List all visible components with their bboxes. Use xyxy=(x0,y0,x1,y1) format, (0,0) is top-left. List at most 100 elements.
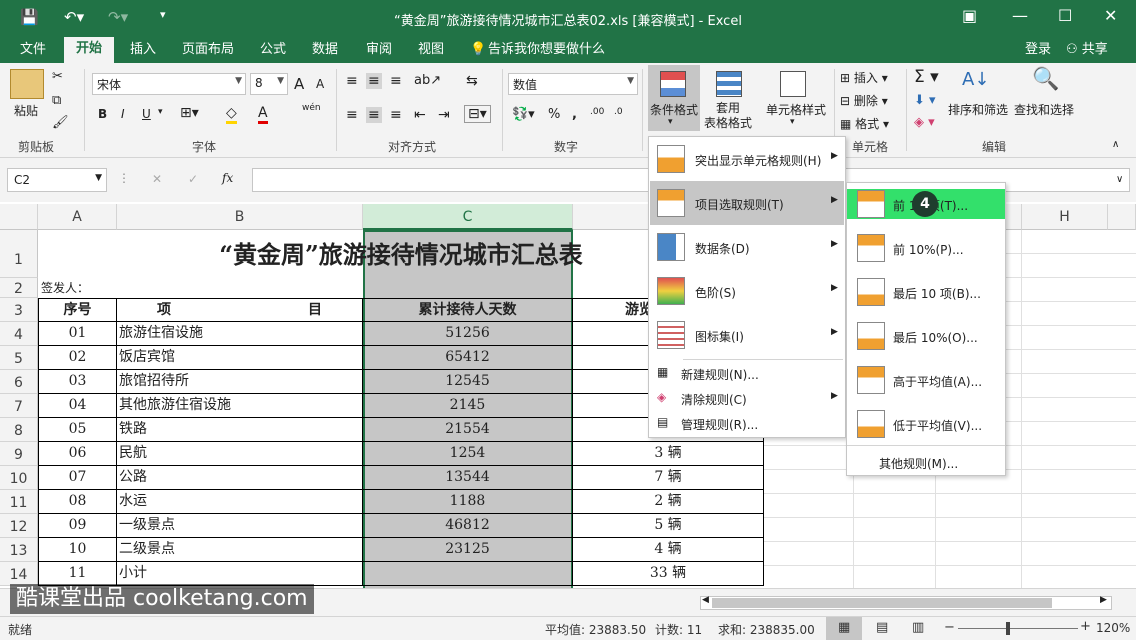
fill-icon[interactable]: ⬇ ▾ xyxy=(914,93,936,108)
cell-item[interactable]: 公路 xyxy=(117,466,363,490)
cell-item[interactable]: 水运 xyxy=(117,490,363,514)
cell-styles-label[interactable]: 单元格样式 xyxy=(766,101,826,118)
decrease-decimal-icon[interactable]: .0 xyxy=(614,107,623,117)
row-header[interactable]: 3 xyxy=(0,298,38,322)
menu-data-bars[interactable]: 数据条(D) xyxy=(695,240,750,257)
tab-home[interactable]: 开始 xyxy=(64,37,115,63)
menu-bottom-10-items[interactable]: 最后 10 项(B)... xyxy=(893,285,981,302)
sort-filter-label[interactable]: 排序和筛选 xyxy=(948,101,1008,118)
menu-manage-rules[interactable]: 管理规则(R)... xyxy=(681,416,758,433)
wrap-text-icon[interactable]: ⇆ xyxy=(466,73,478,89)
increase-decimal-icon[interactable]: .00 xyxy=(590,107,604,117)
cell-value[interactable]: 51256 xyxy=(363,322,573,346)
menu-bottom-10-percent[interactable]: 最后 10%(O)... xyxy=(893,329,978,346)
row-header[interactable]: 1 xyxy=(0,230,38,278)
align-bottom-icon[interactable]: ≡ xyxy=(390,73,402,89)
cell-d[interactable]: 3 辆 xyxy=(573,442,764,466)
login-link[interactable]: 登录 xyxy=(1025,40,1051,63)
header-item[interactable]: 项目 xyxy=(117,298,363,322)
cell-d[interactable]: 7 辆 xyxy=(573,466,764,490)
bold-button[interactable]: B xyxy=(98,107,107,121)
row-header[interactable]: 4 xyxy=(0,322,38,346)
clear-icon[interactable]: ◈ ▾ xyxy=(914,115,935,130)
tab-insert[interactable]: 插入 xyxy=(130,40,156,63)
column-header-selected[interactable]: C xyxy=(363,204,573,230)
row-header[interactable]: 9 xyxy=(0,442,38,466)
row-header[interactable]: 13 xyxy=(0,538,38,562)
phonetic-icon[interactable]: wén xyxy=(302,103,321,113)
cell-item[interactable]: 其他旅游住宿设施 xyxy=(117,394,363,418)
align-middle-icon[interactable]: ≡ xyxy=(366,73,382,89)
cell-value[interactable]: 13544 xyxy=(363,466,573,490)
cell-no[interactable]: 02 xyxy=(38,346,117,370)
align-right-icon[interactable]: ≡ xyxy=(390,107,402,123)
borders-icon[interactable]: ⊞▾ xyxy=(180,105,199,121)
underline-button[interactable]: U xyxy=(142,107,151,121)
cell-value[interactable]: 23125 xyxy=(363,538,573,562)
increase-indent-icon[interactable]: ⇥ xyxy=(438,107,450,123)
autosum-icon[interactable]: Σ ▾ xyxy=(914,67,939,87)
cell-no[interactable]: 08 xyxy=(38,490,117,514)
menu-above-average[interactable]: 高于平均值(A)... xyxy=(893,373,982,390)
cell-no[interactable]: 06 xyxy=(38,442,117,466)
normal-view-icon[interactable]: ▦ xyxy=(838,620,850,635)
tab-formulas[interactable]: 公式 xyxy=(260,40,286,63)
name-box[interactable]: C2 ▼ xyxy=(7,168,107,192)
page-break-view-icon[interactable]: ▥ xyxy=(912,620,924,635)
cell-item[interactable]: 饭店宾馆 xyxy=(117,346,363,370)
paste-button[interactable]: 粘贴 xyxy=(14,102,38,119)
find-select-label[interactable]: 查找和选择 xyxy=(1014,101,1074,118)
row-header[interactable]: 10 xyxy=(0,466,38,490)
tab-file[interactable]: 文件 xyxy=(20,40,46,63)
tab-data[interactable]: 数据 xyxy=(312,40,338,63)
orientation-icon[interactable]: ab↗ xyxy=(414,73,441,88)
table-format-label[interactable]: 套用 表格格式 xyxy=(704,101,752,131)
tab-page-layout[interactable]: 页面布局 xyxy=(182,40,234,63)
comma-button[interactable]: , xyxy=(572,107,577,122)
scroll-right-icon[interactable]: ▶ xyxy=(1100,595,1107,605)
copy-icon[interactable]: ⧉ xyxy=(52,93,61,108)
merge-center-icon[interactable]: ⊟▾ xyxy=(464,105,491,123)
format-painter-icon[interactable]: 🖌 xyxy=(52,115,69,130)
decrease-indent-icon[interactable]: ⇤ xyxy=(414,107,426,123)
cell-no[interactable]: 07 xyxy=(38,466,117,490)
menu-clear-rules[interactable]: 清除规则(C) xyxy=(681,391,747,408)
font-size-box[interactable]: 8 ▼ xyxy=(250,73,288,95)
select-all[interactable] xyxy=(0,204,38,230)
collapse-ribbon-icon[interactable]: ∧ xyxy=(1112,139,1119,150)
cell-item[interactable]: 二级景点 xyxy=(117,538,363,562)
cell-d[interactable]: 2 辆 xyxy=(573,490,764,514)
conditional-format-label[interactable]: 条件格式 xyxy=(650,101,698,118)
cell-item[interactable]: 铁路 xyxy=(117,418,363,442)
accounting-icon[interactable]: 💱▾ xyxy=(512,107,535,122)
column-header[interactable]: A xyxy=(38,204,117,230)
cell-d[interactable]: 33 辆 xyxy=(573,562,764,586)
cell-no[interactable]: 04 xyxy=(38,394,117,418)
menu-below-average[interactable]: 低于平均值(V)... xyxy=(893,417,982,434)
column-header[interactable]: B xyxy=(117,204,363,230)
cut-icon[interactable]: ✂ xyxy=(52,69,63,84)
zoom-in-icon[interactable]: + xyxy=(1080,619,1091,634)
cell-value[interactable]: 21554 xyxy=(363,418,573,442)
align-left-icon[interactable]: ≡ xyxy=(346,107,358,123)
cell-item[interactable]: 小计 xyxy=(117,562,363,586)
close-icon[interactable]: ✕ xyxy=(1104,6,1117,25)
delete-cells-button[interactable]: ⊟ 删除 ▾ xyxy=(840,92,888,109)
cell-value[interactable]: 46812 xyxy=(363,514,573,538)
expand-formula-icon[interactable]: ∨ xyxy=(1116,174,1123,185)
paste-icon[interactable] xyxy=(10,69,44,99)
cell-item[interactable]: 旅游住宿设施 xyxy=(117,322,363,346)
cell-no[interactable]: 01 xyxy=(38,322,117,346)
row-header[interactable]: 11 xyxy=(0,490,38,514)
chevron-down-icon[interactable]: ▾ xyxy=(158,107,163,117)
cell-value[interactable]: 1254 xyxy=(363,442,573,466)
row-header[interactable]: 2 xyxy=(0,278,38,298)
italic-button[interactable]: I xyxy=(121,107,125,121)
cell-item[interactable]: 民航 xyxy=(117,442,363,466)
header-no[interactable]: 序号 xyxy=(38,298,117,322)
tell-me-box[interactable]: 告诉我你想要做什么 xyxy=(488,40,605,63)
scroll-left-icon[interactable]: ◀ xyxy=(702,595,709,605)
cell-value[interactable]: 2145 xyxy=(363,394,573,418)
cell-item[interactable]: 旅馆招待所 xyxy=(117,370,363,394)
fill-color-icon[interactable]: ◇ xyxy=(226,105,237,124)
